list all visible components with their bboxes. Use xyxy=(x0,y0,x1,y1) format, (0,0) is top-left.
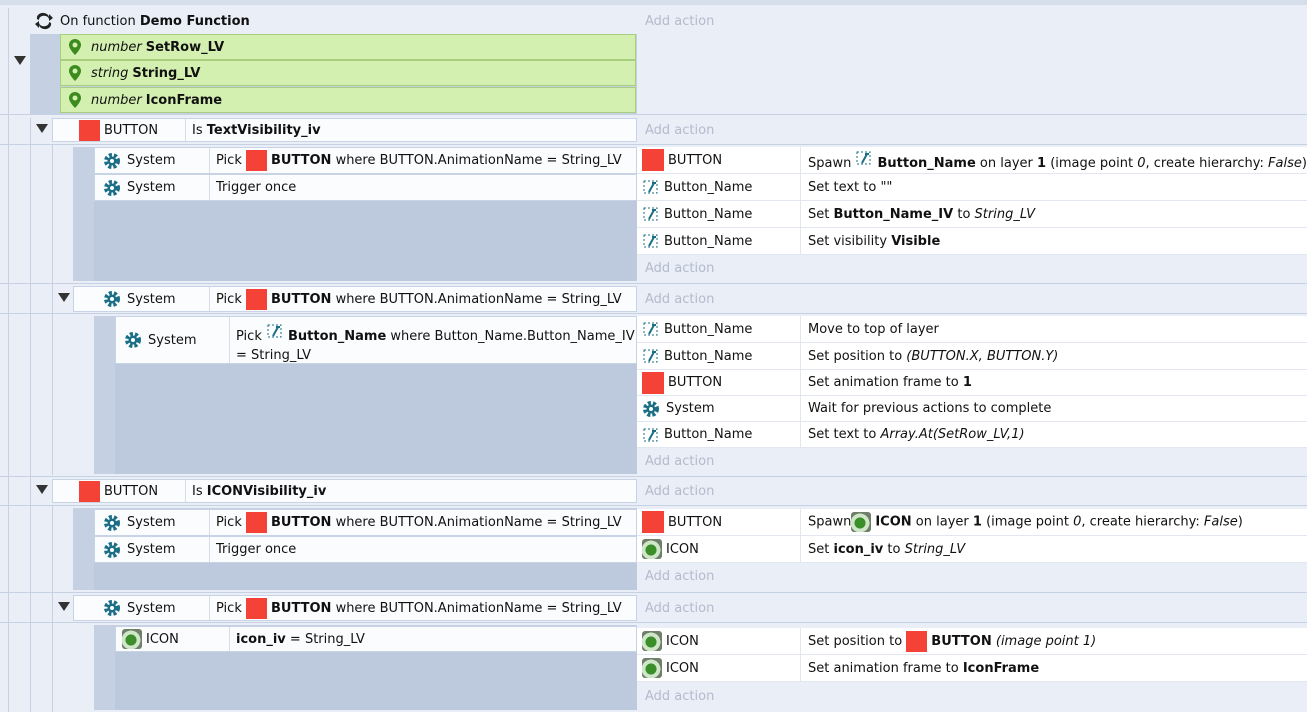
text-object-icon xyxy=(642,178,660,196)
condition-object: System xyxy=(95,537,210,562)
collapse-toggle[interactable] xyxy=(58,293,70,302)
button-object-icon xyxy=(642,371,664,394)
system-gear-icon xyxy=(103,541,121,559)
text-object-icon xyxy=(642,205,660,223)
action-row[interactable]: Button_Name Set Button_Name_IV to String… xyxy=(637,201,1307,228)
condition-object: System xyxy=(116,317,230,363)
system-gear-icon xyxy=(103,290,121,308)
collapse-toggle[interactable] xyxy=(36,124,48,133)
condition-object: System xyxy=(74,287,210,311)
function-header[interactable]: On function Demo Function xyxy=(30,8,637,34)
event-condition-row[interactable]: System Pick BUTTON where BUTTON.Animatio… xyxy=(94,147,637,174)
action-row[interactable]: BUTTON Set animation frame to 1 xyxy=(637,370,1307,396)
system-gear-icon xyxy=(103,599,121,617)
button-object-icon xyxy=(245,150,267,171)
system-gear-icon xyxy=(103,179,121,197)
add-action-link[interactable]: Add action xyxy=(637,118,714,142)
text-object-icon xyxy=(855,149,873,167)
parameter-pin-icon xyxy=(69,39,81,55)
button-object-icon xyxy=(245,288,267,310)
event-condition-row[interactable]: System Pick BUTTON where BUTTON.Animatio… xyxy=(94,509,637,536)
text-object-icon xyxy=(642,426,660,444)
system-gear-icon xyxy=(124,331,142,349)
action-row[interactable]: System Wait for previous actions to comp… xyxy=(637,396,1307,422)
add-action-link[interactable]: Add action xyxy=(637,286,714,312)
event-condition-row[interactable]: System Pick BUTTON where BUTTON.Animatio… xyxy=(73,286,637,312)
button-object-icon xyxy=(79,119,100,141)
function-param-string[interactable]: string String_LV xyxy=(60,60,636,86)
add-action-link[interactable]: Add action xyxy=(637,595,714,621)
icon-sprite-icon xyxy=(642,631,662,651)
icon-sprite-icon xyxy=(122,629,142,649)
function-prefix: On function xyxy=(60,13,136,29)
event-condition-row[interactable]: ICON icon_iv = String_LV xyxy=(115,626,637,652)
text-object-icon xyxy=(642,232,660,250)
action-row[interactable]: ICON Set icon_iv to String_LV xyxy=(637,536,1307,563)
button-object-icon xyxy=(642,511,664,533)
text-object-icon xyxy=(642,320,660,338)
button-object-icon xyxy=(906,630,928,652)
action-row[interactable]: BUTTON Spawn Button_Name on layer 1 (ima… xyxy=(637,147,1307,174)
condition-object: System xyxy=(95,148,210,173)
condition-object: System xyxy=(95,175,210,200)
event-condition-row[interactable]: BUTTON Is TextVisibility_iv xyxy=(52,118,637,142)
system-gear-icon xyxy=(642,400,660,418)
add-action-link[interactable]: Add action xyxy=(637,8,1307,34)
action-row[interactable]: BUTTON Spawn ICON on layer 1 (image point… xyxy=(637,509,1307,536)
button-object-icon xyxy=(245,512,267,533)
action-row[interactable]: ICON Set animation frame to IconFrame xyxy=(637,655,1307,682)
event-condition-row[interactable]: BUTTON Is ICONVisibility_iv xyxy=(52,479,637,503)
button-object-icon xyxy=(245,597,267,619)
add-action-link[interactable]: Add action xyxy=(637,563,714,590)
function-icon xyxy=(34,12,54,30)
button-object-icon xyxy=(79,480,100,502)
function-param-iconframe[interactable]: number IconFrame xyxy=(60,87,636,113)
add-action-link[interactable]: Add action xyxy=(637,448,714,474)
button-object-icon xyxy=(642,149,664,171)
condition-object: System xyxy=(74,596,210,620)
action-row[interactable]: Button_Name Set text to "" xyxy=(637,174,1307,201)
action-row[interactable]: Button_Name Set position to (BUTTON.X, B… xyxy=(637,343,1307,370)
icon-sprite-icon xyxy=(851,512,872,532)
action-row[interactable]: ICON Set position to BUTTON (image point… xyxy=(637,628,1307,655)
parameter-pin-icon xyxy=(69,92,81,108)
condition-object: BUTTON xyxy=(53,480,186,502)
text-object-icon xyxy=(642,347,660,365)
function-name: Demo Function xyxy=(139,13,250,29)
function-param-setrow[interactable]: number SetRow_LV xyxy=(60,34,636,60)
add-action-link[interactable]: Add action xyxy=(637,479,714,503)
condition-object: System xyxy=(95,510,210,535)
condition-object: ICON xyxy=(116,627,230,651)
condition-object: BUTTON xyxy=(53,119,186,141)
icon-sprite-icon xyxy=(642,658,662,678)
collapse-toggle[interactable] xyxy=(14,56,26,65)
event-condition-row[interactable]: System Trigger once xyxy=(94,536,637,563)
icon-sprite-icon xyxy=(642,539,662,559)
action-row[interactable]: Button_Name Set visibility Visible xyxy=(637,228,1307,255)
action-row[interactable]: Button_Name Set text to Array.At(SetRow_… xyxy=(637,422,1307,448)
system-gear-icon xyxy=(103,152,121,170)
event-condition-row[interactable]: System Pick BUTTON where BUTTON.Animatio… xyxy=(73,595,637,621)
collapse-toggle[interactable] xyxy=(36,485,48,494)
action-row[interactable]: Button_Name Move to top of layer xyxy=(637,316,1307,343)
event-condition-row[interactable]: System Trigger once xyxy=(94,174,637,201)
add-action-link[interactable]: Add action xyxy=(637,255,714,281)
event-condition-row[interactable]: System Pick Button_Name where Button_Nam… xyxy=(115,316,637,364)
collapse-toggle[interactable] xyxy=(58,602,70,611)
system-gear-icon xyxy=(103,514,121,532)
text-object-icon xyxy=(266,322,284,340)
add-action-link[interactable]: Add action xyxy=(637,682,714,710)
parameter-pin-icon xyxy=(69,65,81,81)
